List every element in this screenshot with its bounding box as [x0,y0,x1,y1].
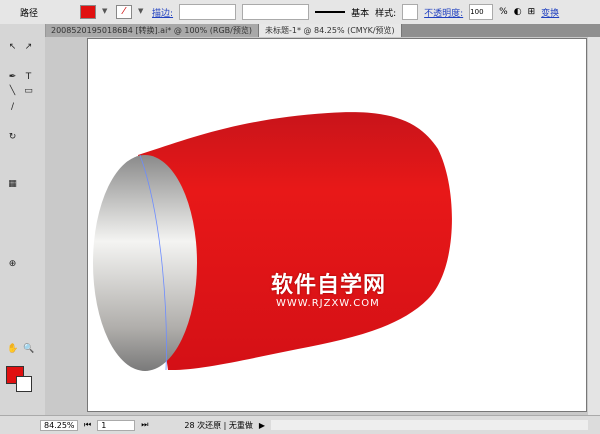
cylinder-cap[interactable] [93,155,197,371]
opacity-link[interactable]: 不透明度: [424,6,463,19]
last-page-icon[interactable]: ⏭ [141,420,148,430]
line-tool-icon[interactable]: ╲ [7,86,18,97]
stroke-color-swatch[interactable] [16,376,32,392]
status-message: 28 次还原 | 无重做 [184,420,253,430]
hand-tool-icon[interactable]: ✋ [7,344,18,355]
stroke-link[interactable]: 描边: [152,6,173,19]
style-label: 样式: [375,8,397,19]
stroke-weight-input[interactable] [179,4,237,20]
watermark-url: WWW.RJZXW.COM [276,298,380,309]
canvas-area[interactable]: 软件自学网 WWW.RJZXW.COM [45,37,588,415]
transform-link[interactable]: 变换 [541,6,559,19]
horizontal-scrollbar[interactable] [271,420,588,430]
cylinder-artwork[interactable] [88,39,586,411]
stroke-line-preview [315,11,346,13]
style-select[interactable] [402,4,419,20]
rotate-tool-icon[interactable]: ↻ [7,132,18,143]
tab-document-1[interactable]: 20085201950186B4 [转换].ai* @ 100% (RGB/预览… [45,24,259,37]
type-tool-icon[interactable]: T [23,72,34,83]
zoom-tool-icon[interactable]: 🔍 [23,344,34,355]
tab-document-2[interactable]: 未标题-1* @ 84.25% (CMYK/预览) [258,24,402,37]
status-bar: 84.25% ⏮ 1 ⏭ 28 次还原 | 无重做 ▶ [0,415,600,434]
tools-panel: ↖ ↗ ✒ T ╲ ▭ ∕ ↻ ▦ ⊕ ✋ 🔍 [0,24,46,415]
mode-label: 路径 [20,8,39,19]
variable-width-select[interactable] [242,4,310,20]
chevron-down-icon[interactable]: ▼ [102,7,110,17]
rectangle-tool-icon[interactable]: ▭ [23,86,34,97]
chevron-down-icon[interactable]: ▼ [138,7,146,17]
document-tabs: 20085201950186B4 [转换].ai* @ 100% (RGB/预览… [45,24,600,37]
artboard[interactable]: 软件自学网 WWW.RJZXW.COM [87,38,587,412]
watermark-title: 软件自学网 [271,273,387,298]
page-select[interactable]: 1 [97,419,136,431]
align-icon[interactable]: ⊞ [528,7,536,17]
gradient-tool-icon[interactable]: ▦ [7,179,18,190]
recolor-icon[interactable]: ◐ [514,7,522,17]
control-bar: 路径 ▼ ⁄ ▼ 描边: 基本 样式: 不透明度: 100 % ◐ ⊞ 变换 [0,0,600,25]
brush-tool-icon[interactable]: ∕ [7,102,18,113]
selection-tool-icon[interactable]: ↖ [7,42,18,53]
stroke-style-select[interactable]: 基本 [351,6,369,19]
percent-label: % [499,7,508,17]
first-page-icon[interactable]: ⏮ [84,420,91,430]
status-menu-icon[interactable]: ▶ [259,421,265,430]
zoom-select[interactable]: 84.25% [40,419,78,431]
symbol-sprayer-icon[interactable]: ⊕ [7,259,18,270]
vertical-scrollbar[interactable] [588,37,600,415]
direct-selection-tool-icon[interactable]: ↗ [23,42,34,53]
pen-tool-icon[interactable]: ✒ [7,72,18,83]
fill-swatch[interactable] [80,5,97,19]
stroke-none-icon[interactable]: ⁄ [116,5,133,19]
opacity-input[interactable]: 100 [469,4,494,20]
